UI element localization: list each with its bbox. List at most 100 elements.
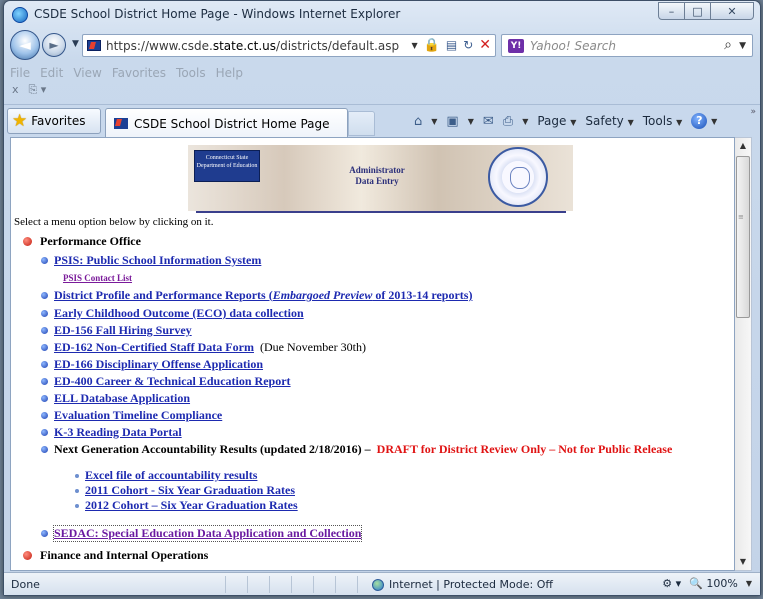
link-2012-cohort[interactable]: 2012 Cohort – Six Year Graduation Rates [85, 498, 298, 513]
back-button[interactable]: ◄ [10, 30, 40, 60]
link-2011-cohort[interactable]: 2011 Cohort - Six Year Graduation Rates [85, 483, 295, 498]
link-ed400[interactable]: ED-400 Career & Technical Education Repo… [54, 374, 291, 389]
address-bar[interactable]: https://www.csde.state.ct.us/districts/d… [82, 34, 496, 57]
print-dropdown-icon[interactable]: ▼ [522, 117, 528, 126]
link-ell[interactable]: ELL Database Application [54, 391, 190, 406]
menu-favorites[interactable]: Favorites [112, 66, 166, 82]
search-box[interactable]: Y! Yahoo! Search ⌕ ▼ [501, 34, 753, 57]
security-zone[interactable]: Internet | Protected Mode: Off [372, 578, 553, 591]
page-dropdown-icon: ▼ [570, 118, 577, 127]
menu-file[interactable]: File [10, 66, 30, 82]
header-banner: Connecticut State Department of Educatio… [188, 145, 573, 213]
bullet-icon [41, 310, 48, 317]
tools-menu-label: Tools [642, 114, 673, 128]
link-evaluation-timeline[interactable]: Evaluation Timeline Compliance [54, 408, 222, 423]
link-psis-contact-list[interactable]: PSIS Contact List [63, 273, 132, 283]
link-sedac[interactable]: SEDAC: Special Education Data Applicatio… [52, 525, 363, 542]
close-button[interactable]: ✕ [710, 2, 754, 20]
refresh-icon[interactable]: ↻ [463, 38, 473, 52]
link-psis[interactable]: PSIS: Public School Information System [54, 253, 261, 268]
help-icon: ? [691, 113, 708, 129]
scroll-down-icon[interactable]: ▼ [735, 554, 751, 570]
link-ed166[interactable]: ED-166 Disciplinary Offense Application [54, 357, 263, 372]
list-item: 2012 Cohort – Six Year Graduation Rates [75, 498, 298, 513]
banner-title-line1: Administrator [349, 165, 405, 175]
status-cell [336, 576, 358, 593]
link-district-profile[interactable]: District Profile and Performance Reports… [54, 288, 472, 303]
status-cell [248, 576, 270, 593]
print-icon[interactable]: ⎙ [503, 114, 513, 129]
stop-icon[interactable]: ✕ [479, 37, 491, 53]
address-url[interactable]: https://www.csde.state.ct.us/districts/d… [106, 39, 399, 53]
protected-mode-icon[interactable]: ⚙ ▾ [662, 577, 681, 590]
list-item: Excel file of accountability results [75, 468, 257, 483]
menu-edit[interactable]: Edit [40, 66, 63, 82]
link-k3-reading[interactable]: K-3 Reading Data Portal [54, 425, 182, 440]
minimize-button[interactable]: – [658, 2, 685, 20]
status-cell [292, 576, 314, 593]
section-performance-office: Performance Office [23, 234, 141, 249]
lock-icon[interactable]: 🔒 [424, 38, 440, 53]
link-text: District Profile and Performance Reports… [54, 288, 273, 302]
tab-title: CSDE School District Home Page [134, 116, 330, 131]
link-ed156[interactable]: ED-156 Fall Hiring Survey [54, 323, 192, 338]
home-dropdown-icon[interactable]: ▼ [431, 117, 437, 126]
compatibility-view-icon[interactable]: ▤ [446, 38, 457, 52]
home-icon[interactable]: ⌂ [414, 114, 422, 129]
feeds-dropdown-icon[interactable]: ▼ [468, 117, 474, 126]
search-icon[interactable]: ⌕ [724, 37, 732, 53]
header-divider [196, 211, 566, 213]
mini-command-bar: x ⎘ ▾ [12, 83, 46, 97]
list-item: 2011 Cohort - Six Year Graduation Rates [75, 483, 295, 498]
list-item: Evaluation Timeline Compliance [41, 408, 222, 423]
forward-button[interactable]: ► [42, 33, 66, 57]
browser-window: CSDE School District Home Page - Windows… [3, 0, 761, 596]
search-options-dropdown-icon[interactable]: ▼ [739, 41, 746, 51]
menu-tools[interactable]: Tools [176, 66, 206, 82]
vertical-scrollbar[interactable]: ▲ ≡ ▼ [735, 137, 752, 571]
read-mail-icon[interactable]: ✉ [483, 114, 494, 129]
link-ed162[interactable]: ED-162 Non-Certified Staff Data Form [54, 340, 254, 355]
page-menu[interactable]: Page ▼ [537, 114, 576, 128]
scroll-thumb[interactable] [736, 156, 750, 318]
tab-csde-home[interactable]: CSDE School District Home Page [105, 108, 348, 138]
address-dropdown-icon[interactable]: ▼ [412, 41, 418, 50]
maximize-button[interactable]: □ [684, 2, 711, 20]
toolbar-overflow-chevron-icon[interactable]: » [750, 107, 756, 117]
tools-menu[interactable]: Tools ▼ [643, 114, 683, 128]
list-item: K-3 Reading Data Portal [41, 425, 182, 440]
menu-view[interactable]: View [73, 66, 101, 82]
next-gen-heading: Next Generation Accountability Results (… [54, 442, 371, 456]
security-zone-label: Internet | Protected Mode: Off [389, 578, 553, 591]
zoom-control[interactable]: 🔍 100% [689, 577, 738, 590]
link-text-emphasis: Embargoed Preview [272, 288, 373, 302]
scroll-grip-icon: ≡ [738, 213, 744, 221]
page-content: Connecticut State Department of Educatio… [10, 137, 735, 571]
search-placeholder[interactable]: Yahoo! Search [530, 39, 616, 53]
link-eco[interactable]: Early Childhood Outcome (ECO) data colle… [54, 306, 304, 321]
close-toolbar-icon[interactable]: x [12, 83, 19, 97]
scroll-up-icon[interactable]: ▲ [735, 138, 751, 154]
feeds-icon[interactable]: ▣ [446, 114, 458, 129]
list-item: Early Childhood Outcome (ECO) data colle… [41, 306, 304, 321]
ie-logo-icon [12, 7, 28, 23]
status-right: ⚙ ▾ 🔍 100% ▼ [662, 577, 752, 590]
list-item: ED-166 Disciplinary Offense Application [41, 357, 263, 372]
safety-menu[interactable]: Safety ▼ [585, 114, 633, 128]
favorites-button[interactable]: ★ Favorites [7, 108, 101, 134]
help-menu[interactable]: ? ▼ [691, 113, 717, 129]
convert-icon[interactable]: ⎘ ▾ [29, 83, 47, 97]
bullet-icon [41, 412, 48, 419]
new-tab-button[interactable] [348, 111, 375, 136]
sub-bullet-icon [75, 473, 79, 478]
window-title: CSDE School District Home Page - Windows… [34, 7, 401, 21]
menu-help[interactable]: Help [216, 66, 243, 82]
zoom-dropdown-icon[interactable]: ▼ [746, 579, 752, 588]
link-excel-accountability[interactable]: Excel file of accountability results [85, 468, 257, 483]
tools-dropdown-icon: ▼ [676, 118, 683, 127]
recent-pages-dropdown-icon[interactable]: ▼ [72, 39, 79, 49]
bullet-icon [41, 361, 48, 368]
star-icon: ★ [12, 111, 28, 131]
safety-dropdown-icon: ▼ [627, 118, 634, 127]
section-bullet-icon [23, 551, 32, 560]
